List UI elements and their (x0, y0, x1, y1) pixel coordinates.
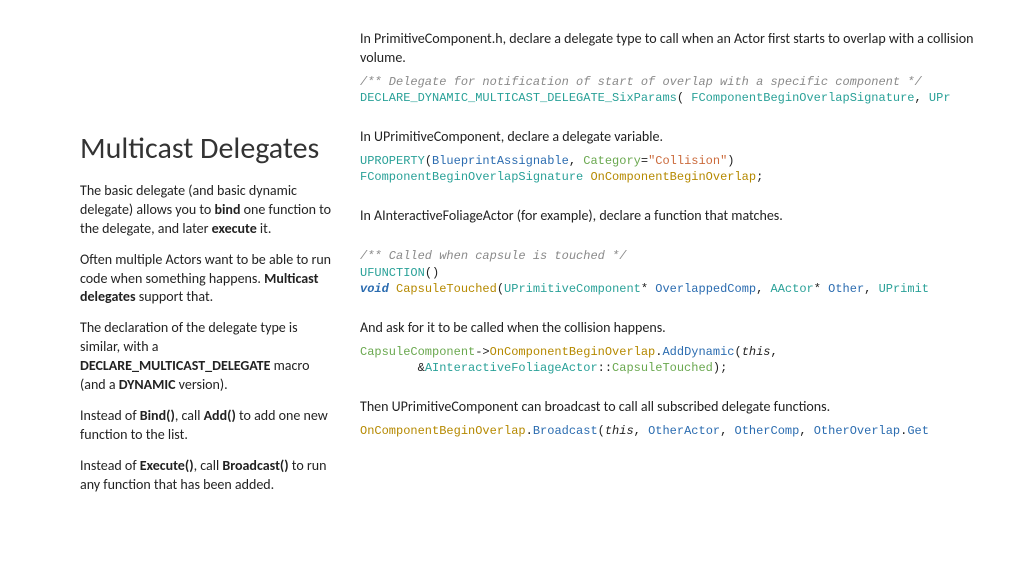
code-punct: , (634, 424, 648, 438)
code-ident: OnComponentBeginOverlap (360, 424, 526, 438)
para-bind-execute: The basic delegate (and basic dynamic de… (80, 182, 335, 239)
code-declare-var: UPROPERTY(BlueprintAssignable, Category=… (360, 153, 994, 185)
bold: Execute() (140, 457, 194, 474)
code-punct: , (720, 424, 734, 438)
code-declare-type: /** Delegate for notification of start o… (360, 74, 994, 106)
code-punct: -> (475, 345, 489, 359)
code-fn: CapsuleTouched (612, 361, 713, 375)
desc-declare-var: In UPrimitiveComponent, declare a delega… (360, 128, 994, 147)
text: , call (175, 407, 204, 424)
code-type: FComponentBeginOverlapSignature (360, 170, 583, 184)
code-ident: CapsuleComponent (360, 345, 475, 359)
code-punct: ) (727, 154, 734, 168)
code-fn: CapsuleTouched (396, 282, 497, 296)
slide: Multicast Delegates The basic delegate (… (0, 0, 1024, 576)
code-type: FComponentBeginOverlapSignature (691, 91, 914, 105)
code-ident: OtherOverlap (814, 424, 900, 438)
code-broadcast: OnComponentBeginOverlap.Broadcast(this, … (360, 423, 994, 439)
code-keyword: void (360, 282, 389, 296)
para-add: Instead of Bind(), call Add() to add one… (80, 407, 335, 445)
code-ident: Other (828, 282, 864, 296)
code-ident: OtherComp (735, 424, 800, 438)
bold: bind (214, 201, 240, 218)
para-multicast: Often multiple Actors want to be able to… (80, 251, 335, 308)
code-punct: ( (598, 424, 605, 438)
code-punct: & (360, 361, 425, 375)
code-macro: DECLARE_DYNAMIC_MULTICAST_DELEGATE_SixPa… (360, 91, 677, 105)
desc-declare-type: In PrimitiveComponent.h, declare a deleg… (360, 30, 994, 68)
code-this: this (605, 424, 634, 438)
right-column: In PrimitiveComponent.h, declare a deleg… (350, 0, 1024, 576)
code-punct: , (915, 91, 929, 105)
code-punct: , (799, 424, 813, 438)
code-ident: OnComponentBeginOverlap (590, 170, 756, 184)
code-punct: , (864, 282, 878, 296)
bold: DYNAMIC (119, 376, 176, 393)
text: The declaration of the delegate type is … (80, 319, 298, 355)
desc-broadcast: Then UPrimitiveComponent can broadcast t… (360, 398, 994, 417)
bold: execute (212, 220, 257, 237)
code-punct: :: (598, 361, 612, 375)
code-type: UPrimitiveComponent (504, 282, 641, 296)
code-ident: Get (907, 424, 929, 438)
code-ident: OverlappedComp (655, 282, 756, 296)
code-type: UPrimit (879, 282, 929, 296)
code-comment: /** Called when capsule is touched */ (360, 249, 626, 263)
code-punct: . (526, 424, 533, 438)
slide-title: Multicast Delegates (80, 130, 335, 167)
bold: Broadcast() (222, 457, 288, 474)
code-adddynamic: CapsuleComponent->OnComponentBeginOverla… (360, 344, 994, 376)
code-punct: , (569, 154, 583, 168)
code-string: "Collision" (648, 154, 727, 168)
code-comment: /** Delegate for notification of start o… (360, 75, 922, 89)
text: Instead of (80, 457, 140, 474)
code-keyword: Category (583, 154, 641, 168)
code-ident: OtherActor (648, 424, 720, 438)
code-punct: = (641, 154, 648, 168)
left-column: Multicast Delegates The basic delegate (… (0, 0, 350, 576)
code-this: this (742, 345, 771, 359)
code-fn: AddDynamic (662, 345, 734, 359)
desc-adddynamic: And ask for it to be called when the col… (360, 319, 994, 338)
code-type: UPr (929, 91, 951, 105)
text: version). (176, 376, 228, 393)
text: , call (194, 457, 223, 474)
bold: Add() (204, 407, 236, 424)
code-punct: ( (497, 282, 504, 296)
code-type: AActor (771, 282, 814, 296)
code-punct: ( (677, 91, 691, 105)
para-declare-macro: The declaration of the delegate type is … (80, 319, 335, 395)
code-punct: * (641, 282, 655, 296)
code-punct: ); (713, 361, 727, 375)
code-space (389, 282, 396, 296)
code-punct: ; (756, 170, 763, 184)
code-fn: Broadcast (533, 424, 598, 438)
text: support that. (136, 288, 214, 305)
code-punct: ( (425, 154, 432, 168)
code-punct: , (756, 282, 770, 296)
text: it. (257, 220, 272, 237)
text: Instead of (80, 407, 140, 424)
spacer (360, 232, 994, 246)
code-ident: OnComponentBeginOverlap (490, 345, 656, 359)
code-declare-fn: /** Called when capsule is touched */ UF… (360, 248, 994, 297)
code-punct: , (771, 345, 778, 359)
code-keyword: BlueprintAssignable (432, 154, 569, 168)
code-punct: ( (734, 345, 741, 359)
code-punct: * (814, 282, 828, 296)
code-punct: () (425, 266, 439, 280)
bold: DECLARE_MULTICAST_DELEGATE (80, 357, 270, 374)
para-broadcast: Instead of Execute(), call Broadcast() t… (80, 457, 335, 495)
desc-declare-fn: In AInteractiveFoliageActor (for example… (360, 207, 994, 226)
code-macro: UFUNCTION (360, 266, 425, 280)
bold: Bind() (140, 407, 175, 424)
code-macro: UPROPERTY (360, 154, 425, 168)
code-type: AInteractiveFoliageActor (425, 361, 598, 375)
